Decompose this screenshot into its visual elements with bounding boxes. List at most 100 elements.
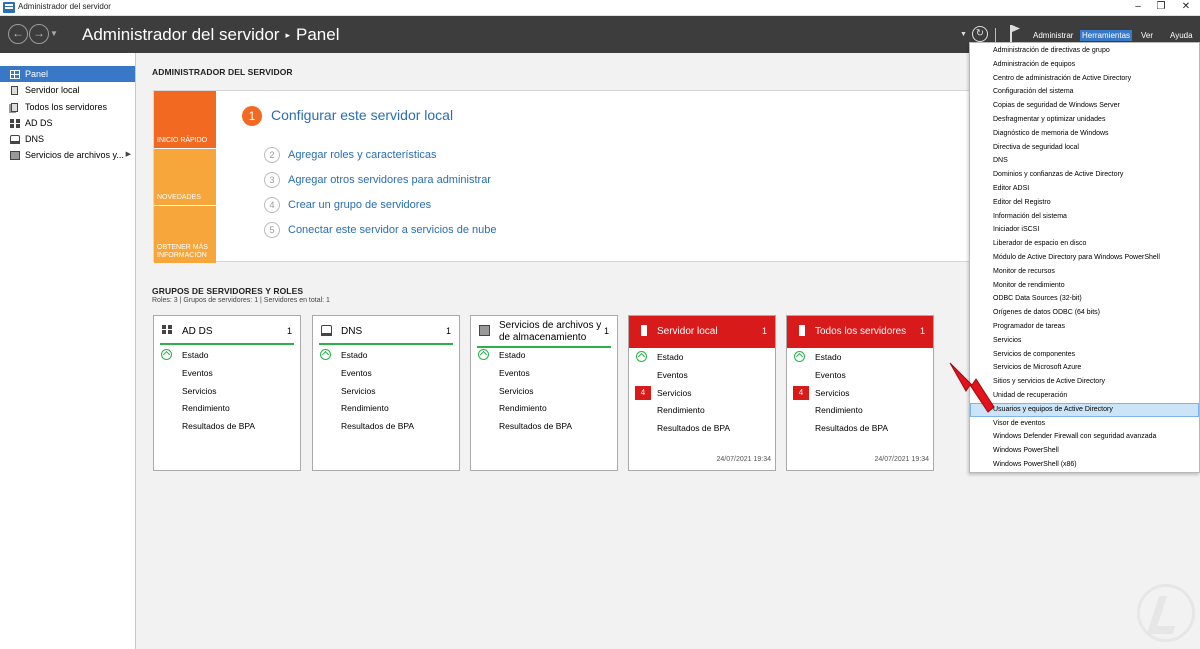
tools-menu-item[interactable]: Programador de tareas: [970, 320, 1199, 334]
sidebar-item-label: DNS: [25, 134, 45, 145]
card-row-rendimiento[interactable]: Rendimiento: [657, 405, 705, 415]
tools-menu-item[interactable]: Dominios y confianzas de Active Director…: [970, 168, 1199, 182]
card-header[interactable]: Servidor local 1: [629, 316, 775, 348]
tools-menu-item[interactable]: Servicios de componentes: [970, 348, 1199, 362]
forward-button[interactable]: →: [29, 24, 49, 44]
card-row-servicios[interactable]: Servicios: [815, 388, 849, 398]
sidebar-item-servicios-de-archivos[interactable]: Servicios de archivos y... ▶: [0, 147, 135, 163]
role-card-ad-ds[interactable]: AD DS 1 Estado Eventos Servicios Rendimi…: [153, 315, 301, 471]
card-row-servicios[interactable]: Servicios: [341, 386, 375, 396]
sidebar-item-todos-los-servidores[interactable]: Todos los servidores: [0, 99, 135, 115]
card-row-rendimiento[interactable]: Rendimiento: [815, 405, 863, 415]
card-count: 1: [445, 326, 451, 336]
card-count: 1: [603, 326, 609, 336]
maximize-button[interactable]: ❐: [1149, 0, 1173, 15]
history-dropdown-icon[interactable]: ▼: [50, 29, 58, 38]
refresh-icon[interactable]: ↻: [972, 26, 988, 42]
card-row-rendimiento[interactable]: Rendimiento: [182, 403, 230, 413]
tools-menu-item[interactable]: Editor ADSI: [970, 182, 1199, 196]
step-create-server-group[interactable]: 4 Crear un grupo de servidores: [264, 197, 431, 213]
tools-menu-item[interactable]: Diagnóstico de memoria de Windows: [970, 127, 1199, 141]
card-row-bpa[interactable]: Resultados de BPA: [182, 421, 255, 431]
tools-menu-item[interactable]: Windows PowerShell: [970, 444, 1199, 458]
card-row-bpa[interactable]: Resultados de BPA: [341, 421, 414, 431]
tools-menu-item[interactable]: Configuración del sistema: [970, 85, 1199, 99]
tools-menu-item[interactable]: Visor de eventos: [970, 417, 1199, 431]
menu-ver[interactable]: Ver: [1139, 30, 1155, 41]
step-add-servers[interactable]: 3 Agregar otros servidores para administr…: [264, 172, 491, 188]
card-header[interactable]: Todos los servidores 1: [787, 316, 933, 348]
tools-menu-item[interactable]: Unidad de recuperación: [970, 389, 1199, 403]
tools-menu-item[interactable]: Servicios: [970, 334, 1199, 348]
card-row-eventos[interactable]: Eventos: [341, 368, 372, 378]
tools-menu-item[interactable]: Administración de equipos: [970, 58, 1199, 72]
step-connect-cloud[interactable]: 5 Conectar este servidor a servicios de n…: [264, 222, 497, 238]
card-row-estado[interactable]: Estado: [341, 350, 367, 360]
sidebar-item-label: AD DS: [25, 117, 53, 128]
tools-menu-item[interactable]: Orígenes de datos ODBC (64 bits): [970, 306, 1199, 320]
tools-menu-item[interactable]: Copias de seguridad de Windows Server: [970, 99, 1199, 113]
role-card-servidor-local[interactable]: Servidor local 1 Estado Eventos 4 Servic…: [628, 315, 776, 471]
tab-obtener-mas-informacion[interactable]: OBTENER MÁS INFORMACIÓN: [154, 205, 216, 263]
tools-menu-item[interactable]: ODBC Data Sources (32-bit): [970, 292, 1199, 306]
tab-inicio-rapido[interactable]: INICIO RÁPIDO: [154, 91, 216, 148]
configure-local-server-link[interactable]: Configurar este servidor local: [271, 107, 453, 123]
notification-flag-icon[interactable]: [1010, 25, 1012, 42]
file-services-icon: [10, 151, 20, 161]
tools-menu-item[interactable]: Liberador de espacio en disco: [970, 237, 1199, 251]
card-row-rendimiento[interactable]: Rendimiento: [499, 403, 547, 413]
tools-menu-item[interactable]: Iniciador iSCSI: [970, 223, 1199, 237]
card-row-bpa[interactable]: Resultados de BPA: [815, 423, 888, 433]
card-row-estado[interactable]: Estado: [499, 350, 525, 360]
status-ok-icon: [320, 349, 331, 360]
minimize-button[interactable]: –: [1126, 0, 1150, 15]
card-row-eventos[interactable]: Eventos: [499, 368, 530, 378]
card-row-eventos[interactable]: Eventos: [657, 370, 688, 380]
card-row-servicios[interactable]: Servicios: [499, 386, 533, 396]
back-button[interactable]: ←: [8, 24, 28, 44]
card-row-eventos[interactable]: Eventos: [815, 370, 846, 380]
role-card-dns[interactable]: DNS 1 Estado Eventos Servicios Rendimien…: [312, 315, 460, 471]
sidebar-item-ad-ds[interactable]: AD DS: [0, 115, 135, 131]
card-row-eventos[interactable]: Eventos: [182, 368, 213, 378]
card-row-estado[interactable]: Estado: [815, 352, 841, 362]
app-title: Administrador del servidor: [82, 25, 280, 44]
tools-menu-item[interactable]: Servicios de Microsoft Azure: [970, 361, 1199, 375]
tools-menu-item[interactable]: Directiva de seguridad local: [970, 141, 1199, 155]
sidebar-item-servidor-local[interactable]: Servidor local: [0, 82, 135, 98]
tools-menu-item[interactable]: Información del sistema: [970, 210, 1199, 224]
card-row-servicios[interactable]: Servicios: [657, 388, 691, 398]
card-row-bpa[interactable]: Resultados de BPA: [499, 421, 572, 431]
sidebar-item-panel[interactable]: Panel: [0, 66, 135, 83]
tools-menu-item[interactable]: Administración de directivas de grupo: [970, 44, 1199, 58]
notifications-dropdown-icon[interactable]: ▼: [960, 31, 967, 38]
page-title: Administrador del servidor ▸ Panel: [82, 25, 339, 45]
card-header[interactable]: Servicios de archivos y de almacenamient…: [471, 316, 617, 348]
tools-menu-item[interactable]: Monitor de rendimiento: [970, 279, 1199, 293]
card-row-servicios[interactable]: Servicios: [182, 386, 216, 396]
menu-herramientas[interactable]: Herramientas: [1080, 30, 1133, 41]
role-card-todos-los-servidores[interactable]: Todos los servidores 1 Estado Eventos 4 …: [786, 315, 934, 471]
card-row-estado[interactable]: Estado: [182, 350, 208, 360]
tools-menu-item[interactable]: DNS: [970, 154, 1199, 168]
tools-menu-item[interactable]: Sitios y servicios de Active Directory: [970, 375, 1199, 389]
step-add-roles[interactable]: 2 Agregar roles y características: [264, 147, 437, 163]
role-card-file-services[interactable]: Servicios de archivos y de almacenamient…: [470, 315, 618, 471]
expand-arrow-icon[interactable]: ▶: [126, 147, 131, 163]
menu-administrar[interactable]: Administrar: [1031, 30, 1075, 41]
tools-menu-item[interactable]: Windows PowerShell (x86): [970, 458, 1199, 472]
close-button[interactable]: ✕: [1174, 0, 1198, 15]
tools-menu-item[interactable]: Editor del Registro: [970, 196, 1199, 210]
tools-menu-item[interactable]: Monitor de recursos: [970, 265, 1199, 279]
sidebar-item-dns[interactable]: DNS: [0, 131, 135, 147]
tools-menu-item[interactable]: Windows Defender Firewall con seguridad …: [970, 430, 1199, 444]
tools-menu-item[interactable]: Desfragmentar y optimizar unidades: [970, 113, 1199, 127]
tools-menu-item[interactable]: Usuarios y equipos de Active Directory: [970, 402, 1199, 417]
tools-menu-item[interactable]: Módulo de Active Directory para Windows …: [970, 251, 1199, 265]
card-row-rendimiento[interactable]: Rendimiento: [341, 403, 389, 413]
menu-ayuda[interactable]: Ayuda: [1168, 30, 1195, 41]
card-row-bpa[interactable]: Resultados de BPA: [657, 423, 730, 433]
card-row-estado[interactable]: Estado: [657, 352, 683, 362]
tab-novedades[interactable]: NOVEDADES: [154, 148, 216, 205]
tools-menu-item[interactable]: Centro de administración de Active Direc…: [970, 72, 1199, 86]
